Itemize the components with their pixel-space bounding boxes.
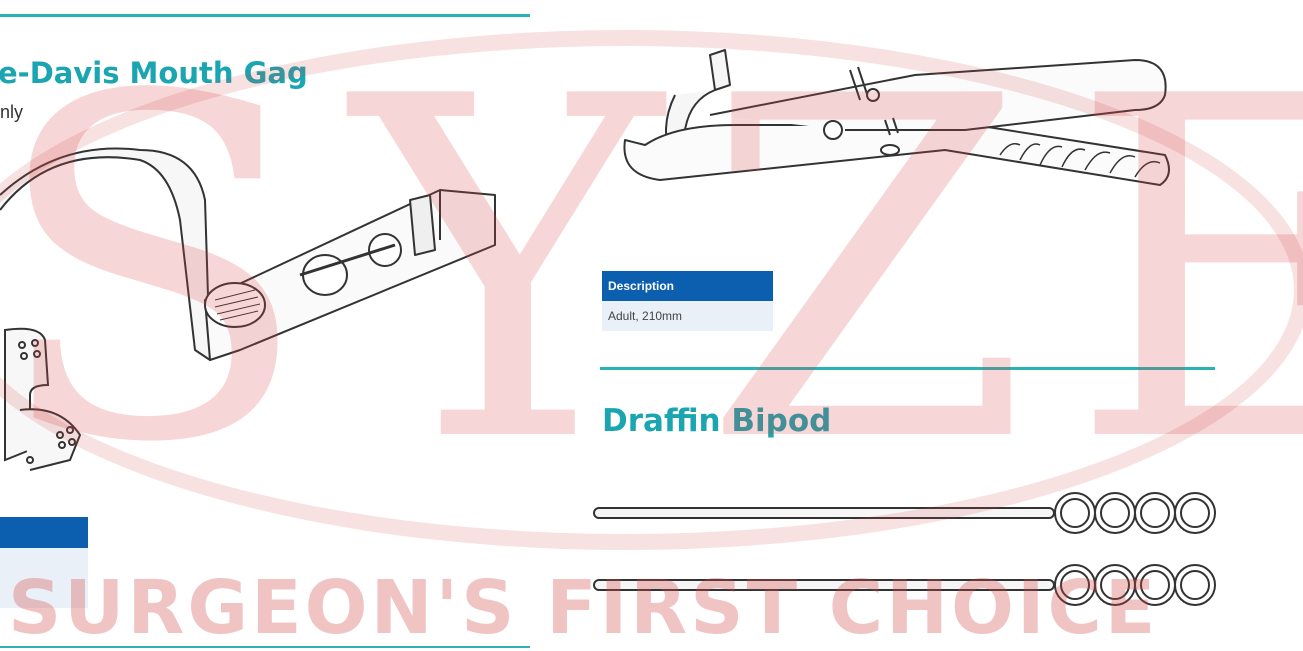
- description-value: Adult, 210mm: [602, 301, 773, 331]
- bipod-rod-bottom: [593, 564, 1216, 606]
- description-table: Description Adult, 210mm: [602, 271, 773, 331]
- description-header: Description: [602, 271, 773, 301]
- scissors-gag-illustration: [623, 49, 1170, 186]
- product-title-draffin-bipod: Draffin Bipod: [602, 403, 832, 439]
- middle-divider: [600, 367, 1215, 370]
- bottom-divider: [0, 646, 530, 648]
- product-subtitle: nly: [0, 102, 24, 122]
- left-description-row: [0, 548, 88, 608]
- mouth-gag-illustration: [0, 147, 496, 471]
- top-divider: [0, 14, 530, 17]
- left-description-header: [0, 517, 88, 548]
- bipod-rod-top: [593, 492, 1216, 534]
- product-title-mouth-gag: e-Davis Mouth Gag: [0, 56, 308, 90]
